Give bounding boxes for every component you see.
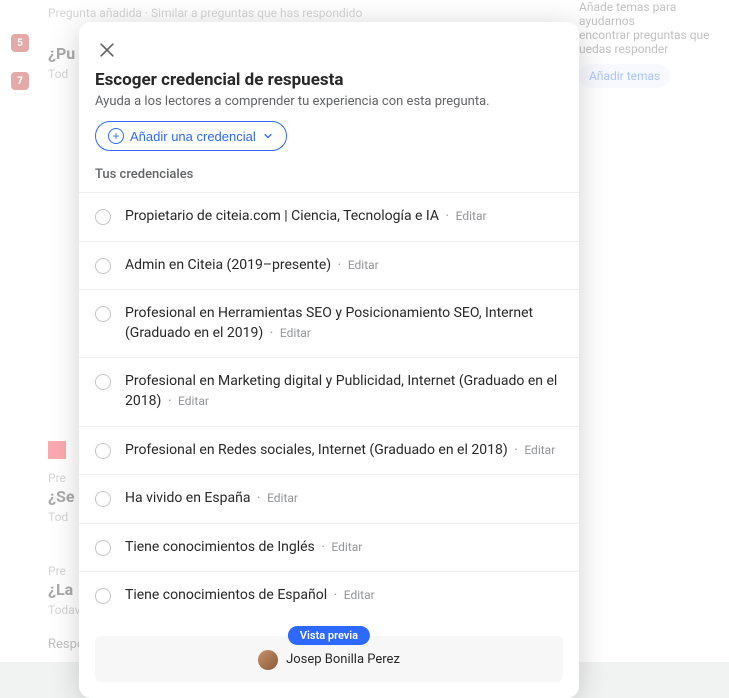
separator-dot: · xyxy=(168,393,172,409)
credential-text: Tiene conocimientos de Inglés · Editar xyxy=(125,538,362,558)
close-icon xyxy=(97,40,117,60)
credential-radio[interactable] xyxy=(95,540,111,556)
add-credential-row: + Añadir una credencial xyxy=(79,121,579,163)
separator-dot: · xyxy=(445,208,449,224)
credential-radio[interactable] xyxy=(95,258,111,274)
avatar xyxy=(258,650,278,670)
credential-radio[interactable] xyxy=(95,374,111,390)
credential-item[interactable]: Tiene conocimientos de Español · Editar xyxy=(79,571,579,620)
credential-text: Propietario de citeia.com | Ciencia, Tec… xyxy=(125,207,487,227)
modal-header xyxy=(79,22,579,70)
credential-radio[interactable] xyxy=(95,588,111,604)
preview-card: Vista previa Josep Bonilla Perez xyxy=(95,636,563,682)
credential-radio[interactable] xyxy=(95,443,111,459)
credential-text: Profesional en Herramientas SEO y Posici… xyxy=(125,304,563,343)
credential-list: Propietario de citeia.com | Ciencia, Tec… xyxy=(79,192,579,620)
chevron-down-icon xyxy=(262,130,274,142)
credential-label: Admin en Citeia (2019–presente) xyxy=(125,257,331,273)
credential-radio[interactable] xyxy=(95,491,111,507)
add-credential-button[interactable]: + Añadir una credencial xyxy=(95,121,287,151)
edit-link[interactable]: Editar xyxy=(348,258,379,272)
credentials-section-label: Tus credenciales xyxy=(79,163,579,192)
preview-name: Josep Bonilla Perez xyxy=(286,652,400,667)
edit-link[interactable]: Editar xyxy=(178,394,209,408)
close-button[interactable] xyxy=(93,36,121,64)
credential-text: Profesional en Redes sociales, Internet … xyxy=(125,441,555,461)
credential-text: Ha vivido en España · Editar xyxy=(125,489,298,509)
credential-text: Profesional en Marketing digital y Publi… xyxy=(125,372,563,411)
edit-link[interactable]: Editar xyxy=(344,588,375,602)
separator-dot: · xyxy=(338,257,342,273)
edit-link[interactable]: Editar xyxy=(267,491,298,505)
edit-link[interactable]: Editar xyxy=(456,209,487,223)
edit-link[interactable]: Editar xyxy=(280,326,311,340)
credential-item[interactable]: Tiene conocimientos de Inglés · Editar xyxy=(79,523,579,572)
credential-radio[interactable] xyxy=(95,209,111,225)
plus-icon: + xyxy=(108,128,124,144)
credential-item[interactable]: Profesional en Marketing digital y Publi… xyxy=(79,357,579,425)
credential-item[interactable]: Propietario de citeia.com | Ciencia, Tec… xyxy=(79,192,579,241)
credential-label: Profesional en Herramientas SEO y Posici… xyxy=(125,305,533,341)
credential-label: Tiene conocimientos de Inglés xyxy=(125,539,315,555)
separator-dot: · xyxy=(514,442,518,458)
separator-dot: · xyxy=(321,539,325,555)
preview-badge: Vista previa xyxy=(288,626,370,645)
credential-label: Propietario de citeia.com | Ciencia, Tec… xyxy=(125,208,439,224)
separator-dot: · xyxy=(257,490,261,506)
credential-item[interactable]: Ha vivido en España · Editar xyxy=(79,474,579,523)
credential-label: Tiene conocimientos de Español xyxy=(125,587,327,603)
add-credential-label: Añadir una credencial xyxy=(130,129,256,144)
modal-title: Escoger credencial de respuesta xyxy=(79,70,579,90)
credential-item[interactable]: Profesional en Herramientas SEO y Posici… xyxy=(79,289,579,357)
credential-radio[interactable] xyxy=(95,306,111,322)
credential-item[interactable]: Profesional en Redes sociales, Internet … xyxy=(79,426,579,475)
separator-dot: · xyxy=(270,325,274,341)
credential-label: Profesional en Redes sociales, Internet … xyxy=(125,442,508,458)
credential-label: Ha vivido en España xyxy=(125,490,250,506)
credential-item[interactable]: Admin en Citeia (2019–presente) · Editar xyxy=(79,241,579,290)
separator-dot: · xyxy=(334,587,338,603)
edit-link[interactable]: Editar xyxy=(331,540,362,554)
credential-modal: Escoger credencial de respuesta Ayuda a … xyxy=(79,22,579,698)
edit-link[interactable]: Editar xyxy=(524,443,555,457)
credential-text: Admin en Citeia (2019–presente) · Editar xyxy=(125,256,379,276)
credential-text: Tiene conocimientos de Español · Editar xyxy=(125,586,375,606)
modal-subtitle: Ayuda a los lectores a comprender tu exp… xyxy=(79,90,579,121)
